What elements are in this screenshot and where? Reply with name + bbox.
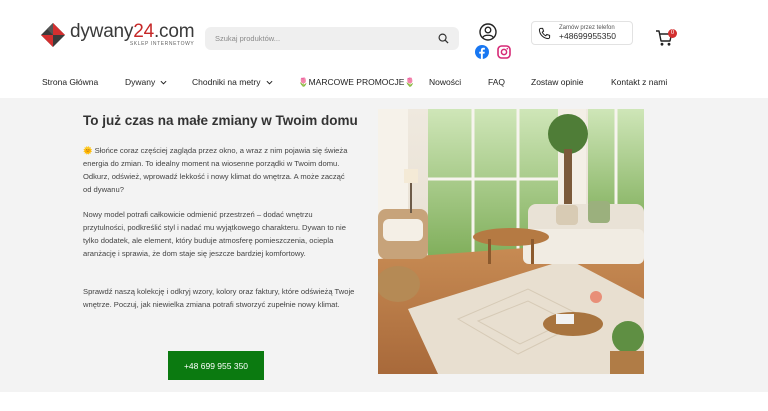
call-phone-button[interactable]: +48 699 955 350 bbox=[168, 351, 264, 380]
nav-item-kontakt[interactable]: Kontakt z nami bbox=[611, 77, 667, 87]
promo-paragraph-2: Nowy model potrafi całkowicie odmienić p… bbox=[83, 210, 346, 258]
search-icon[interactable] bbox=[438, 33, 449, 44]
sun-icon: 🌞 bbox=[83, 146, 93, 155]
nav-item-promocje[interactable]: 🌷MARCOWE PROMOCJE🌷 bbox=[298, 77, 415, 88]
phone-number[interactable]: +48699955350 bbox=[559, 31, 616, 42]
promo-headline: To już czas na małe zmiany w Twoim domu bbox=[83, 113, 358, 128]
search-input[interactable]: Szukaj produktów... bbox=[215, 34, 438, 43]
search-bar[interactable]: Szukaj produktów... bbox=[205, 27, 459, 50]
chevron-down-icon bbox=[266, 80, 273, 85]
phone-icon bbox=[538, 27, 551, 39]
cart-count-badge: 0 bbox=[668, 29, 677, 38]
phone-order-box[interactable]: Zamów przez telefon +48699955350 bbox=[531, 21, 633, 45]
nav-item-chodniki[interactable]: Chodniki na metry bbox=[192, 77, 273, 87]
logo-tagline: SKLEP INTERNETOWY bbox=[129, 41, 195, 47]
logo-diamond-icon bbox=[41, 22, 65, 47]
instagram-icon[interactable] bbox=[497, 45, 511, 59]
living-room-photo bbox=[378, 109, 644, 374]
chevron-down-icon bbox=[160, 80, 167, 85]
site-logo[interactable]: dywany24.com SKLEP INTERNETOWY bbox=[41, 21, 195, 47]
facebook-icon[interactable] bbox=[475, 45, 489, 59]
user-icon[interactable] bbox=[479, 23, 497, 41]
nav-item-opinie[interactable]: Zostaw opinie bbox=[531, 77, 583, 87]
nav-item-nowosci[interactable]: Nowości bbox=[429, 77, 461, 87]
promo-paragraph-3: Sprawdź naszą kolekcję i odkryj wzory, k… bbox=[83, 287, 355, 309]
nav-item-faq[interactable]: FAQ bbox=[488, 77, 505, 87]
logo-wordmark: dywany24.com bbox=[70, 21, 195, 42]
main-nav: Strona Główna Dywany Chodniki na metry 🌷… bbox=[0, 71, 768, 93]
nav-item-dywany[interactable]: Dywany bbox=[125, 77, 167, 87]
page-bottom-strip bbox=[0, 392, 768, 411]
nav-item-home[interactable]: Strona Główna bbox=[42, 77, 98, 87]
promo-paragraph-1: 🌞 Słońce coraz częściej zagląda przez ok… bbox=[83, 146, 348, 194]
